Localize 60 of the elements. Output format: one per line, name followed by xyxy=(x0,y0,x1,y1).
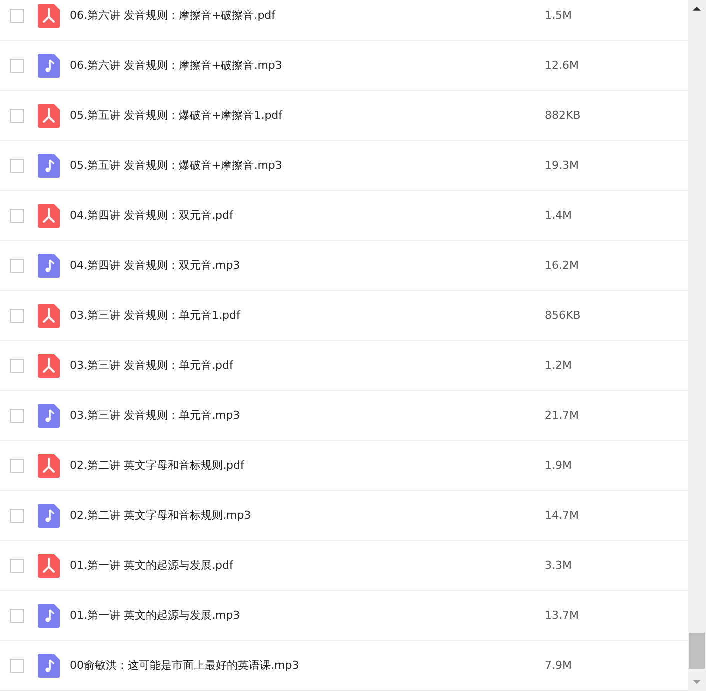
music-file-icon xyxy=(38,654,60,678)
scrollbar[interactable] xyxy=(688,0,706,691)
file-size: 3.3M xyxy=(545,559,572,572)
file-name[interactable]: 03.第三讲 发音规则：单元音.pdf xyxy=(70,358,540,373)
music-file-icon xyxy=(38,254,60,278)
file-name[interactable]: 06.第六讲 发音规则：摩擦音+破擦音.pdf xyxy=(70,8,540,23)
checkbox[interactable] xyxy=(10,108,24,122)
file-name[interactable]: 01.第一讲 英文的起源与发展.mp3 xyxy=(70,608,540,623)
file-name[interactable]: 06.第六讲 发音规则：摩擦音+破擦音.mp3 xyxy=(70,58,540,73)
pdf-file-icon xyxy=(38,304,60,328)
checkbox[interactable] xyxy=(10,358,24,372)
file-size: 1.2M xyxy=(545,359,572,372)
scroll-down-icon[interactable] xyxy=(693,680,701,685)
checkbox[interactable] xyxy=(10,258,24,272)
pdf-file-icon xyxy=(38,454,60,478)
file-size: 12.6M xyxy=(545,59,579,72)
pdf-file-icon xyxy=(38,4,60,28)
file-name[interactable]: 04.第四讲 发音规则：双元音.pdf xyxy=(70,208,540,223)
file-name[interactable]: 04.第四讲 发音规则：双元音.mp3 xyxy=(70,258,540,273)
checkbox[interactable] xyxy=(10,458,24,472)
pdf-file-icon xyxy=(38,554,60,578)
file-size: 1.9M xyxy=(545,459,572,472)
file-size: 21.7M xyxy=(545,409,579,422)
file-size: 7.9M xyxy=(545,659,572,672)
checkbox[interactable] xyxy=(10,658,24,672)
checkbox[interactable] xyxy=(10,8,24,22)
file-name[interactable]: 01.第一讲 英文的起源与发展.pdf xyxy=(70,558,540,573)
music-file-icon xyxy=(38,404,60,428)
file-size: 1.4M xyxy=(545,209,572,222)
file-size: 19.3M xyxy=(545,159,579,172)
file-size: 856KB xyxy=(545,309,581,322)
scrollbar-thumb[interactable] xyxy=(689,633,705,669)
file-size: 14.7M xyxy=(545,509,579,522)
file-name[interactable]: 03.第三讲 发音规则：单元音.mp3 xyxy=(70,408,540,423)
music-file-icon xyxy=(38,504,60,528)
file-name[interactable]: 05.第五讲 发音规则：爆破音+摩擦音1.pdf xyxy=(70,108,540,123)
pdf-file-icon xyxy=(38,204,60,228)
checkbox[interactable] xyxy=(10,158,24,172)
pdf-file-icon xyxy=(38,354,60,378)
file-name[interactable]: 00俞敏洪：这可能是市面上最好的英语课.mp3 xyxy=(70,658,540,673)
file-name[interactable]: 02.第二讲 英文字母和音标规则.pdf xyxy=(70,458,540,473)
file-name[interactable]: 05.第五讲 发音规则：爆破音+摩擦音.mp3 xyxy=(70,158,540,173)
file-size: 882KB xyxy=(545,109,581,122)
pdf-file-icon xyxy=(38,104,60,128)
music-file-icon xyxy=(38,154,60,178)
music-file-icon xyxy=(38,604,60,628)
checkbox[interactable] xyxy=(10,408,24,422)
file-size: 16.2M xyxy=(545,259,579,272)
music-file-icon xyxy=(38,54,60,78)
checkbox[interactable] xyxy=(10,558,24,572)
file-size: 1.5M xyxy=(545,9,572,22)
checkbox[interactable] xyxy=(10,308,24,322)
checkbox[interactable] xyxy=(10,58,24,72)
checkbox[interactable] xyxy=(10,208,24,222)
file-name[interactable]: 02.第二讲 英文字母和音标规则.mp3 xyxy=(70,508,540,523)
scroll-up-icon[interactable] xyxy=(693,6,701,11)
file-name[interactable]: 03.第三讲 发音规则：单元音1.pdf xyxy=(70,308,540,323)
file-size: 13.7M xyxy=(545,609,579,622)
checkbox[interactable] xyxy=(10,608,24,622)
checkbox[interactable] xyxy=(10,508,24,522)
